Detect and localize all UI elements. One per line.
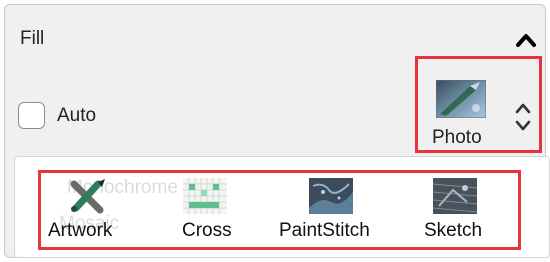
- style-option-paintstitch[interactable]: PaintStitch: [279, 173, 389, 247]
- collapse-button[interactable]: [514, 30, 538, 50]
- style-label-artwork: Artwork: [48, 220, 113, 241]
- chevron-up-icon: [516, 34, 536, 47]
- up-down-chevron-icon: [515, 103, 531, 131]
- sketch-icon: [433, 178, 477, 214]
- cross-stitch-icon: [183, 178, 227, 214]
- style-label-paintstitch: PaintStitch: [279, 220, 370, 241]
- style-label-cross: Cross: [182, 220, 232, 241]
- style-option-artwork[interactable]: Artwork: [41, 173, 141, 247]
- artwork-icon: [70, 179, 105, 214]
- auto-checkbox[interactable]: [18, 102, 45, 129]
- style-option-cross[interactable]: Cross: [171, 173, 251, 247]
- style-options-highlight: Artwork Cross PaintStitch Sketch: [38, 170, 521, 250]
- current-style-label: Photo: [432, 127, 482, 148]
- paintstitch-icon: [309, 178, 353, 214]
- style-option-sketch[interactable]: Sketch: [419, 173, 499, 247]
- photo-icon: [436, 80, 486, 118]
- style-stepper[interactable]: [514, 100, 532, 134]
- style-label-sketch: Sketch: [424, 220, 483, 241]
- auto-option[interactable]: Auto: [18, 102, 96, 129]
- auto-label: Auto: [57, 104, 97, 126]
- fill-section-title: Fill: [20, 28, 45, 49]
